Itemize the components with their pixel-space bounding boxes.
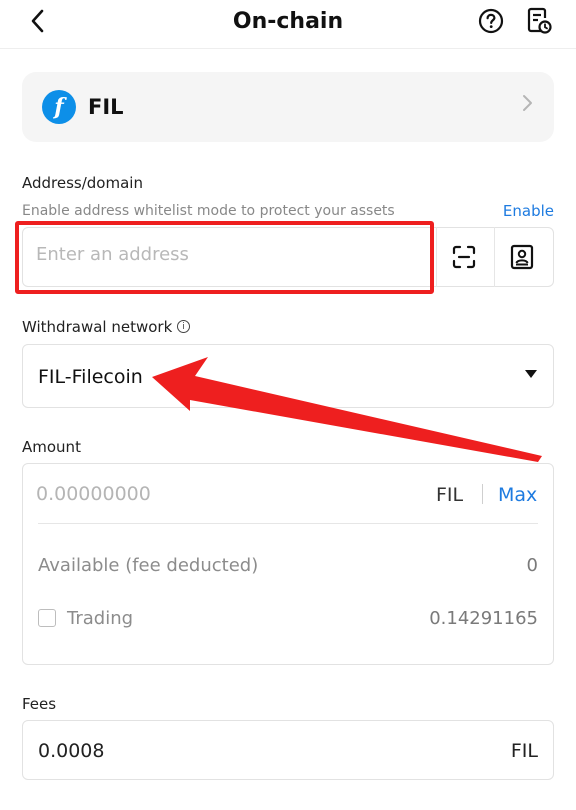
enable-whitelist-link[interactable]: Enable [503, 201, 554, 221]
network-value: FIL-Filecoin [38, 366, 143, 388]
coin-selector[interactable]: f FIL [22, 72, 554, 142]
network-label: Withdrawal network [22, 318, 173, 336]
address-book-icon[interactable] [509, 243, 535, 271]
trading-label[interactable]: Trading [67, 607, 133, 631]
arrow-annotation-icon [152, 357, 542, 462]
address-label: Address/domain [22, 174, 143, 192]
fees-value: 0.0008 [38, 740, 105, 762]
top-bar: On-chain [0, 0, 576, 49]
max-button[interactable]: Max [498, 483, 537, 507]
coin-symbol: FIL [88, 95, 124, 119]
filecoin-logo-icon: f [42, 90, 76, 124]
scan-icon[interactable] [451, 244, 477, 270]
divider [482, 484, 483, 504]
whitelist-hint: Enable address whitelist mode to protect… [22, 203, 395, 219]
amount-input[interactable] [36, 483, 296, 505]
divider [38, 523, 538, 524]
fees-unit: FIL [510, 740, 538, 762]
available-label: Available (fee deducted) [38, 555, 259, 576]
divider [436, 227, 437, 287]
highlight-box-annotation [15, 221, 434, 294]
amount-label: Amount [22, 438, 81, 456]
available-value: 0 [526, 555, 538, 576]
chevron-right-icon [522, 92, 534, 121]
fees-label: Fees [22, 695, 57, 713]
question-circle-icon[interactable] [478, 8, 504, 34]
amount-unit: FIL [436, 484, 464, 506]
info-icon[interactable]: i [177, 320, 190, 333]
trading-checkbox[interactable] [38, 609, 56, 627]
divider [494, 227, 495, 287]
document-clock-icon[interactable] [526, 7, 552, 35]
trading-balance-value: 0.14291165 [429, 608, 538, 629]
